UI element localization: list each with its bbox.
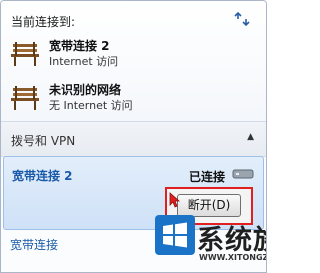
watermark-text: 系统族 bbox=[197, 225, 266, 256]
network-flyout: 当前连接到: 宽带连接 2 Internet 访问 未识别的网络 无 Inter… bbox=[0, 0, 267, 273]
connection-name: 宽带连接 2 bbox=[49, 39, 110, 53]
device-icon bbox=[232, 169, 254, 179]
watermark-url: WWW.XITONGZU.COM bbox=[199, 253, 266, 262]
section-header-dialup-vpn[interactable]: 拨号和 VPN ▲ bbox=[1, 121, 266, 157]
current-connections-label: 当前连接到: bbox=[11, 15, 76, 29]
refresh-icon[interactable] bbox=[232, 9, 252, 29]
section-title: 拨号和 VPN bbox=[11, 134, 76, 148]
current-connections-area: 当前连接到: 宽带连接 2 Internet 访问 未识别的网络 无 Inter… bbox=[1, 1, 266, 121]
bench-icon bbox=[11, 86, 39, 110]
connection-item-broadband-2[interactable]: 宽带连接 2 Internet 访问 bbox=[9, 36, 249, 72]
broadband-link[interactable]: 宽带连接 bbox=[10, 236, 58, 253]
windows-logo bbox=[155, 215, 195, 255]
connection-status: Internet 访问 bbox=[49, 55, 119, 68]
disconnect-button[interactable]: 断开(D) bbox=[177, 194, 241, 217]
bench-icon bbox=[11, 42, 39, 66]
vpn-connection-name: 宽带连接 2 bbox=[12, 169, 73, 183]
cursor-icon bbox=[169, 192, 181, 208]
connection-item-unidentified[interactable]: 未识别的网络 无 Internet 访问 bbox=[9, 80, 249, 116]
chevron-up-icon[interactable]: ▲ bbox=[247, 132, 254, 142]
watermark: 系统族 WWW.XITONGZU.COM bbox=[153, 215, 266, 272]
connection-status: 无 Internet 访问 bbox=[49, 99, 133, 112]
connection-name: 未识别的网络 bbox=[49, 83, 122, 97]
vpn-connection-status: 已连接 bbox=[188, 170, 225, 184]
